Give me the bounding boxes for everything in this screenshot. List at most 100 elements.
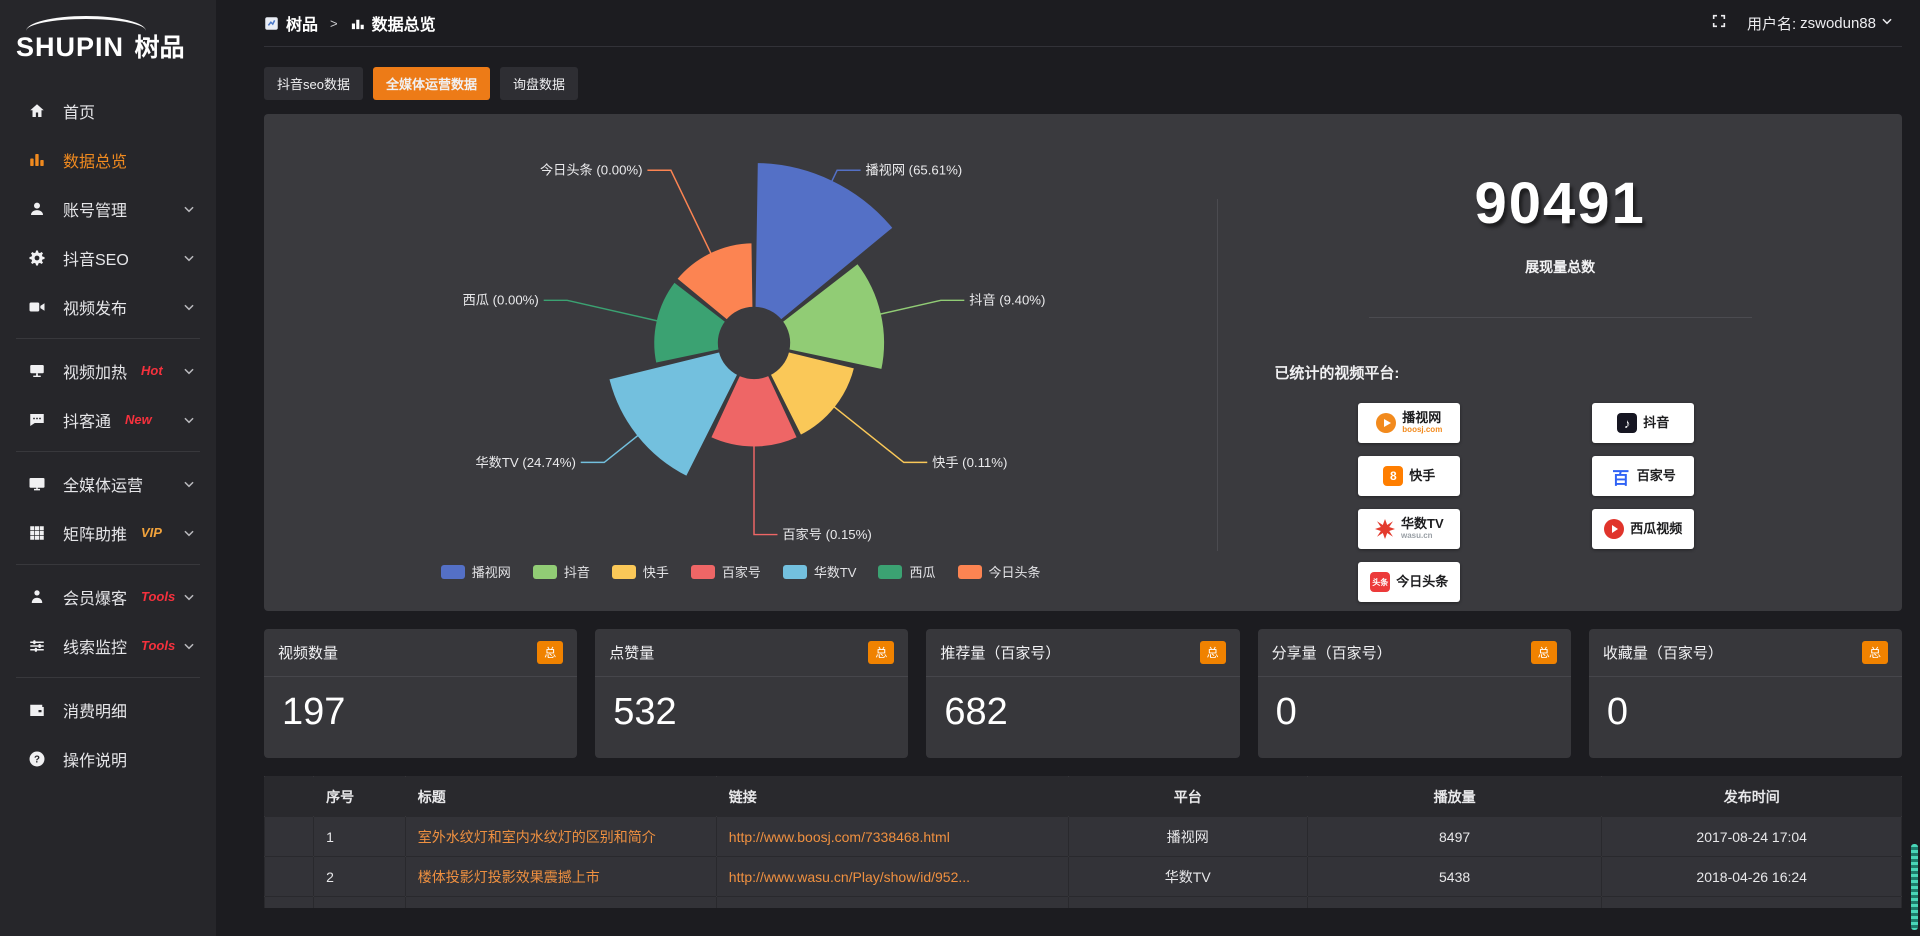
tab-douyin-seo-data[interactable]: 抖音seo数据	[264, 67, 363, 100]
home-icon	[26, 101, 48, 121]
sliders-icon	[26, 636, 48, 656]
sidebar-item-media-operation[interactable]: 全媒体运营	[0, 459, 216, 508]
breadcrumb-home[interactable]: 树品	[286, 11, 318, 35]
table-row-partial	[265, 897, 1902, 908]
legend-item-4[interactable]: 华数TV	[783, 562, 857, 581]
tab-media-operation-data[interactable]: 全媒体运营数据	[373, 67, 490, 100]
sidebar-item-data-overview[interactable]: 数据总览	[0, 135, 216, 184]
sidebar-item-label: 账号管理	[63, 197, 127, 221]
mini-chart-icon	[350, 16, 365, 31]
sidebar-item-video-publish[interactable]: 视频发布	[0, 282, 216, 331]
sidebar-item-clue-monitor[interactable]: 线索监控Tools	[0, 621, 216, 670]
total-badge[interactable]: 总	[1200, 641, 1226, 664]
table-row: 2楼体投影灯投影效果震撼上市http://www.wasu.cn/Play/sh…	[265, 857, 1902, 897]
chart-legend: 播视网 抖音 快手 百家号 华数TV 西瓜 今日头条	[264, 562, 1217, 581]
platform-badge-boosj[interactable]: 播视网boosj.com	[1358, 403, 1460, 443]
platform-badge-toutiao[interactable]: 头条今日头条	[1358, 562, 1460, 602]
sidebar-item-label: 视频发布	[63, 295, 127, 319]
chevron-down-icon	[182, 639, 196, 653]
platform-badge-kuaishou[interactable]: 8快手	[1358, 456, 1460, 496]
chevron-down-icon	[1880, 14, 1894, 32]
bar-chart-icon	[26, 150, 48, 170]
sidebar-item-label: 操作说明	[63, 747, 127, 771]
cell-time: 2018-04-26 16:24	[1602, 857, 1902, 897]
sidebar-item-member-burst[interactable]: 会员爆客Tools	[0, 572, 216, 621]
sidebar-item-account-manage[interactable]: 账号管理	[0, 184, 216, 233]
legend-item-0[interactable]: 播视网	[441, 562, 511, 581]
total-badge[interactable]: 总	[1531, 641, 1557, 664]
label-line-2	[831, 405, 927, 463]
rose-hole	[721, 310, 787, 376]
stat-card-label: 分享量（百家号）	[1272, 642, 1392, 663]
sidebar-item-consume-detail[interactable]: 消费明细	[0, 685, 216, 734]
stat-card-value: 0	[1258, 677, 1571, 758]
platform-badge-wasu[interactable]: 华数TVwasu.cn	[1358, 509, 1460, 549]
chevron-down-icon	[182, 202, 196, 216]
legend-item-2[interactable]: 快手	[612, 562, 669, 581]
wasu-logo	[1375, 519, 1395, 539]
column-header: 序号	[314, 777, 406, 817]
rose-slice-4[interactable]	[608, 351, 738, 477]
sidebar-item-matrix-boost[interactable]: 矩阵助推VIP	[0, 508, 216, 557]
sidebar-item-tag: VIP	[141, 525, 162, 540]
cell-platform: 华数TV	[1068, 857, 1307, 897]
cell-title-link[interactable]: 室外水纹灯和室内水纹灯的区别和简介	[405, 817, 716, 857]
platform-badge-douyin[interactable]: ♪抖音	[1592, 403, 1694, 443]
legend-item-5[interactable]: 西瓜	[878, 562, 935, 581]
tab-inquiry-data[interactable]: 询盘数据	[500, 67, 578, 100]
sidebar-item-douyin-seo[interactable]: 抖音SEO	[0, 233, 216, 282]
page-scrollbar-thumb[interactable]	[1911, 844, 1918, 930]
legend-label: 西瓜	[909, 562, 935, 581]
slice-label-0: 播视网 (65.61%)	[865, 163, 962, 178]
legend-swatch	[533, 565, 557, 579]
grid-icon	[26, 523, 48, 543]
cell-url-link[interactable]: http://www.wasu.cn/Play/show/id/952...	[716, 857, 1068, 897]
stat-card-value: 682	[926, 677, 1239, 758]
toutiao-logo: 头条	[1370, 572, 1390, 592]
sidebar-item-home[interactable]: 首页	[0, 86, 216, 135]
stat-card-video-count: 视频数量总197	[264, 629, 577, 758]
sidebar-item-operation-help[interactable]: ?操作说明	[0, 734, 216, 783]
legend-label: 播视网	[472, 562, 511, 581]
stat-card-label: 视频数量	[278, 642, 338, 663]
topbar: 树品 > 数据总览 用户名: zswodun88	[216, 0, 1920, 46]
legend-swatch	[958, 565, 982, 579]
chevron-down-icon	[182, 590, 196, 604]
total-badge[interactable]: 总	[868, 641, 894, 664]
fullscreen-icon[interactable]	[1711, 13, 1727, 33]
user-menu[interactable]: 用户名: zswodun88	[1747, 13, 1894, 34]
topbar-right: 用户名: zswodun88	[1711, 13, 1894, 34]
platform-name: 华数TV	[1401, 517, 1444, 531]
legend-swatch	[783, 565, 807, 579]
slice-label-2: 快手 (0.11%)	[932, 455, 1007, 470]
label-line-5	[544, 300, 661, 321]
sidebar-item-label: 抖音SEO	[63, 246, 129, 270]
cell-time: 2017-08-24 17:04	[1602, 817, 1902, 857]
gear-icon	[26, 248, 48, 268]
brand-logo[interactable]: SHUPIN 树品	[0, 12, 216, 68]
sidebar-nav: 首页数据总览账号管理抖音SEO 视频发布视频加热Hot抖客通New 全媒体运营矩阵助…	[0, 86, 216, 783]
legend-item-3[interactable]: 百家号	[691, 562, 761, 581]
legend-item-6[interactable]: 今日头条	[958, 562, 1041, 581]
legend-item-1[interactable]: 抖音	[533, 562, 590, 581]
cell-no: 2	[314, 857, 406, 897]
stat-card-value: 532	[595, 677, 908, 758]
sidebar-item-douketong[interactable]: 抖客通New	[0, 395, 216, 444]
platform-badge-baijiahao[interactable]: 百百家号	[1592, 456, 1694, 496]
sidebar: SHUPIN 树品 首页数据总览账号管理抖音SEO 视频发布视频加热Hot抖客通N…	[0, 0, 216, 936]
total-badge[interactable]: 总	[1862, 641, 1888, 664]
platform-badge-xigua[interactable]: 西瓜视频	[1592, 509, 1694, 549]
cell-no: 1	[314, 817, 406, 857]
platform-name: 今日头条	[1396, 575, 1448, 589]
platform-name: 西瓜视频	[1630, 522, 1682, 536]
monitor-icon	[26, 474, 48, 494]
sidebar-item-video-heat[interactable]: 视频加热Hot	[0, 346, 216, 395]
rose-chart[interactable]: 播视网 (65.61%)抖音 (9.40%)快手 (0.11%)百家号 (0.1…	[264, 120, 1244, 560]
total-badge[interactable]: 总	[537, 641, 563, 664]
cell-title-link[interactable]: 楼体投影灯投影效果震撼上市	[405, 857, 716, 897]
legend-label: 今日头条	[989, 562, 1041, 581]
breadcrumb: 树品 > 数据总览	[264, 11, 436, 35]
cell-url-link[interactable]: http://www.boosj.com/7338468.html	[716, 817, 1068, 857]
column-header: 链接	[716, 777, 1068, 817]
stat-card-label: 点赞量	[609, 642, 654, 663]
